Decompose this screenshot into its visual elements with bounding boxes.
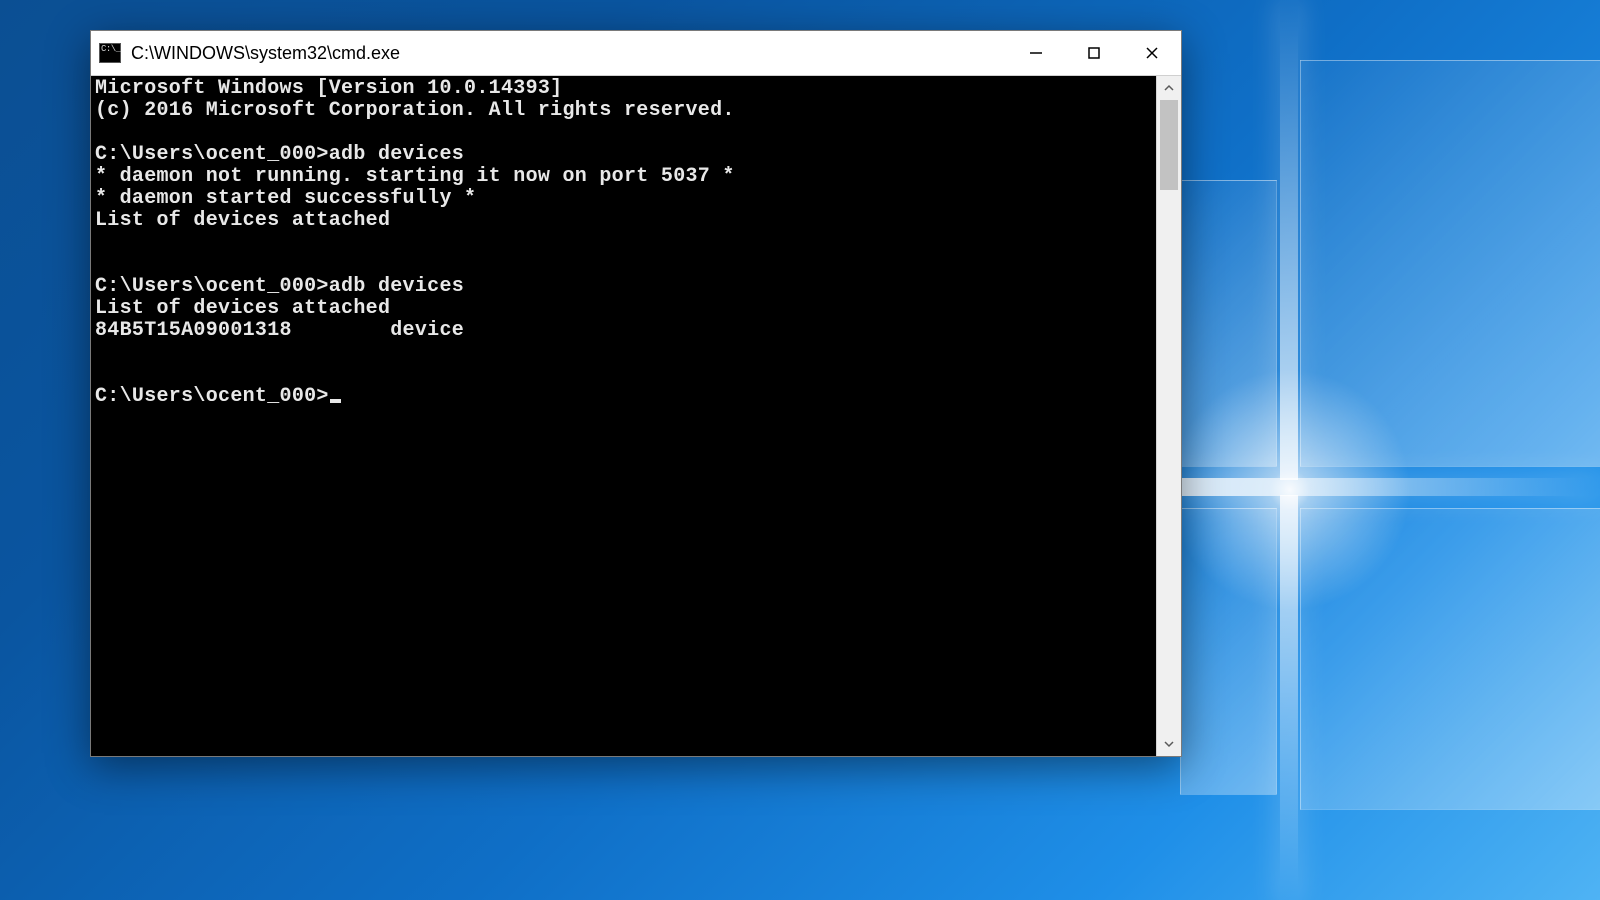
maximize-icon xyxy=(1087,46,1101,60)
cmd-window: C:\WINDOWS\system32\cmd.exe Microsoft Wi… xyxy=(90,30,1182,757)
console-prompt: C:\Users\ocent_000> xyxy=(95,385,329,408)
chevron-down-icon xyxy=(1164,739,1174,749)
window-title: C:\WINDOWS\system32\cmd.exe xyxy=(131,43,1007,64)
cmd-icon xyxy=(99,43,121,63)
minimize-icon xyxy=(1029,46,1043,60)
scroll-track[interactable] xyxy=(1157,100,1181,732)
scroll-down-button[interactable] xyxy=(1157,732,1181,756)
minimize-button[interactable] xyxy=(1007,31,1065,75)
window-controls xyxy=(1007,31,1181,75)
titlebar[interactable]: C:\WINDOWS\system32\cmd.exe xyxy=(91,31,1181,76)
scroll-thumb[interactable] xyxy=(1160,100,1178,190)
close-button[interactable] xyxy=(1123,31,1181,75)
vertical-scrollbar[interactable] xyxy=(1156,76,1181,756)
scroll-up-button[interactable] xyxy=(1157,76,1181,100)
text-cursor xyxy=(330,399,341,403)
chevron-up-icon xyxy=(1164,83,1174,93)
close-icon xyxy=(1145,46,1159,60)
desktop-background: C:\WINDOWS\system32\cmd.exe Microsoft Wi… xyxy=(0,0,1600,900)
console-output[interactable]: Microsoft Windows [Version 10.0.14393] (… xyxy=(91,76,1156,756)
maximize-button[interactable] xyxy=(1065,31,1123,75)
